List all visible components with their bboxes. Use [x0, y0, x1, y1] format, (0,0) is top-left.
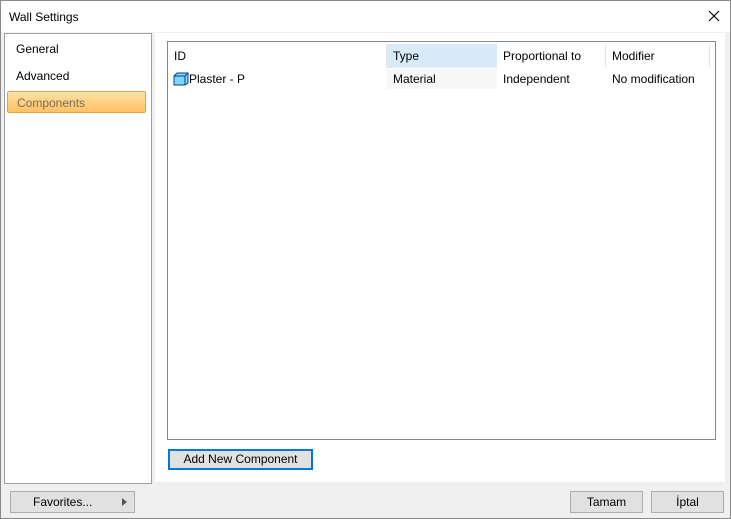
add-new-component-button[interactable]: Add New Component	[168, 449, 313, 470]
table-row[interactable]: Plaster - P	[168, 69, 387, 89]
cube-icon	[173, 72, 189, 86]
wall-settings-dialog: Wall Settings General Advanced Component…	[0, 0, 731, 519]
sidebar-item-advanced[interactable]: Advanced	[7, 65, 145, 87]
cancel-button[interactable]: İptal	[651, 491, 724, 513]
ok-button[interactable]: Tamam	[570, 491, 643, 513]
column-header-modifier[interactable]: Modifier	[606, 44, 710, 68]
column-header-id[interactable]: ID	[168, 44, 387, 68]
components-list[interactable]: ID Type Proportional to Modifier Plaster…	[167, 41, 716, 440]
favorites-label: Favorites...	[33, 495, 93, 509]
row-proportional-cell: Independent	[503, 72, 570, 86]
close-button[interactable]	[700, 1, 730, 31]
settings-sidebar: General Advanced Components	[4, 33, 152, 484]
column-header-proportional-to[interactable]: Proportional to	[497, 44, 606, 68]
row-id-label: Plaster - P	[189, 72, 246, 86]
chevron-right-icon	[122, 498, 127, 506]
dialog-footer: Favorites... Tamam İptal	[1, 484, 730, 518]
close-icon	[708, 10, 720, 22]
row-type-cell: Material	[387, 69, 497, 89]
window-title: Wall Settings	[9, 10, 79, 24]
title-bar: Wall Settings	[1, 1, 730, 32]
column-header-type[interactable]: Type	[387, 44, 497, 68]
favorites-button[interactable]: Favorites...	[10, 491, 135, 513]
sidebar-item-general[interactable]: General	[7, 38, 145, 60]
row-modifier-cell: No modification	[612, 72, 695, 86]
components-panel: ID Type Proportional to Modifier Plaster…	[155, 33, 725, 482]
sidebar-item-components[interactable]: Components	[7, 91, 146, 113]
